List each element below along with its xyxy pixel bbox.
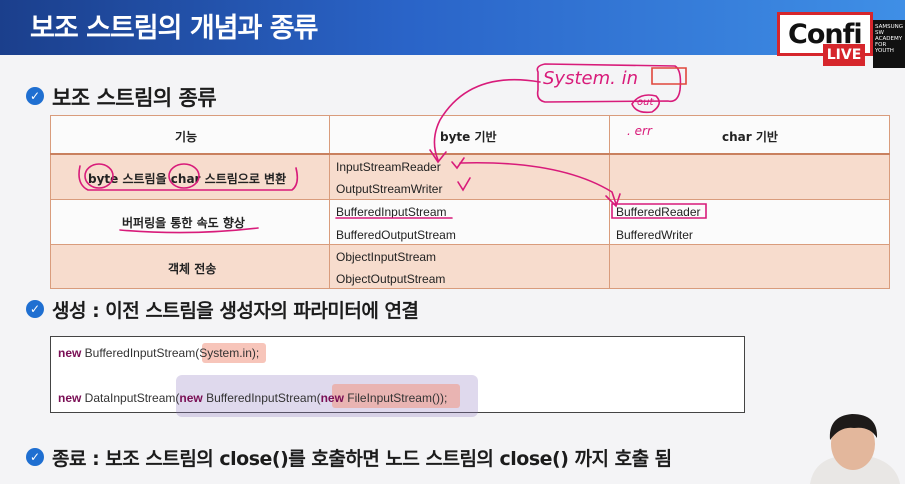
annotation-red-box <box>651 67 687 85</box>
char-cell: BufferedReader <box>616 205 701 219</box>
char-cell: BufferedWriter <box>616 228 693 242</box>
section-types-title: 보조 스트림의 종류 <box>52 86 217 110</box>
header-char: char 기반 <box>722 130 778 144</box>
presenter-webcam <box>800 410 905 484</box>
header-function: 기능 <box>175 130 198 144</box>
code-keyword: new <box>58 346 82 360</box>
function-buffering: 버퍼링을 통한 속도 향상 <box>122 216 245 230</box>
check-bullet-icon: ✓ <box>26 300 44 318</box>
table-divider <box>329 115 330 289</box>
check-bullet-icon: ✓ <box>26 87 44 105</box>
code-text: BufferedInputStream( <box>81 346 200 360</box>
table-divider <box>50 199 890 200</box>
code-text: BufferedInputStream( <box>202 391 321 405</box>
annotation-out: out <box>637 97 654 108</box>
header-byte: byte 기반 <box>440 130 497 144</box>
code-keyword: new <box>58 391 82 405</box>
table-divider <box>50 153 890 155</box>
code-text: System.in <box>199 346 252 360</box>
byte-cell: ObjectInputStream <box>336 250 437 264</box>
slide-title: 보조 스트림의 개념과 종류 <box>30 13 318 44</box>
code-line-2: new DataInputStream(new BufferedInputStr… <box>58 391 447 405</box>
academy-logo: SAMSUNG SW ACADEMY FOR YOUTH <box>873 20 905 68</box>
function-object: 객체 전송 <box>168 262 217 276</box>
table-divider <box>609 115 610 289</box>
code-line-1: new BufferedInputStream(System.in); <box>58 346 259 360</box>
section-close-title: 종료 : 보조 스트림의 close()를 호출하면 노드 스트림의 close… <box>52 448 672 470</box>
section-create-title: 생성 : 이전 스트림을 생성자의 파라미터에 연결 <box>52 300 419 322</box>
code-keyword: new <box>179 391 203 405</box>
code-text: DataInputStream( <box>81 391 180 405</box>
byte-cell: BufferedInputStream <box>336 205 447 219</box>
annotation-out-circle <box>631 94 660 114</box>
byte-cell: OutputStreamWriter <box>336 182 443 196</box>
code-keyword: new <box>320 391 344 405</box>
byte-cell: InputStreamReader <box>336 160 441 174</box>
code-text: ()); <box>431 391 448 405</box>
live-badge: LIVE <box>823 44 865 66</box>
code-text: ); <box>251 346 260 360</box>
annotation-system-in: System. in <box>543 68 638 89</box>
code-text: FileInputStream <box>343 391 432 405</box>
check-bullet-icon: ✓ <box>26 448 44 466</box>
table-divider <box>50 244 890 245</box>
byte-cell: ObjectOutputStream <box>336 272 446 286</box>
byte-cell: BufferedOutputStream <box>336 228 456 242</box>
annotation-box-system-in <box>536 63 682 103</box>
function-convert: byte 스트림을 char 스트림으로 변환 <box>88 172 287 186</box>
